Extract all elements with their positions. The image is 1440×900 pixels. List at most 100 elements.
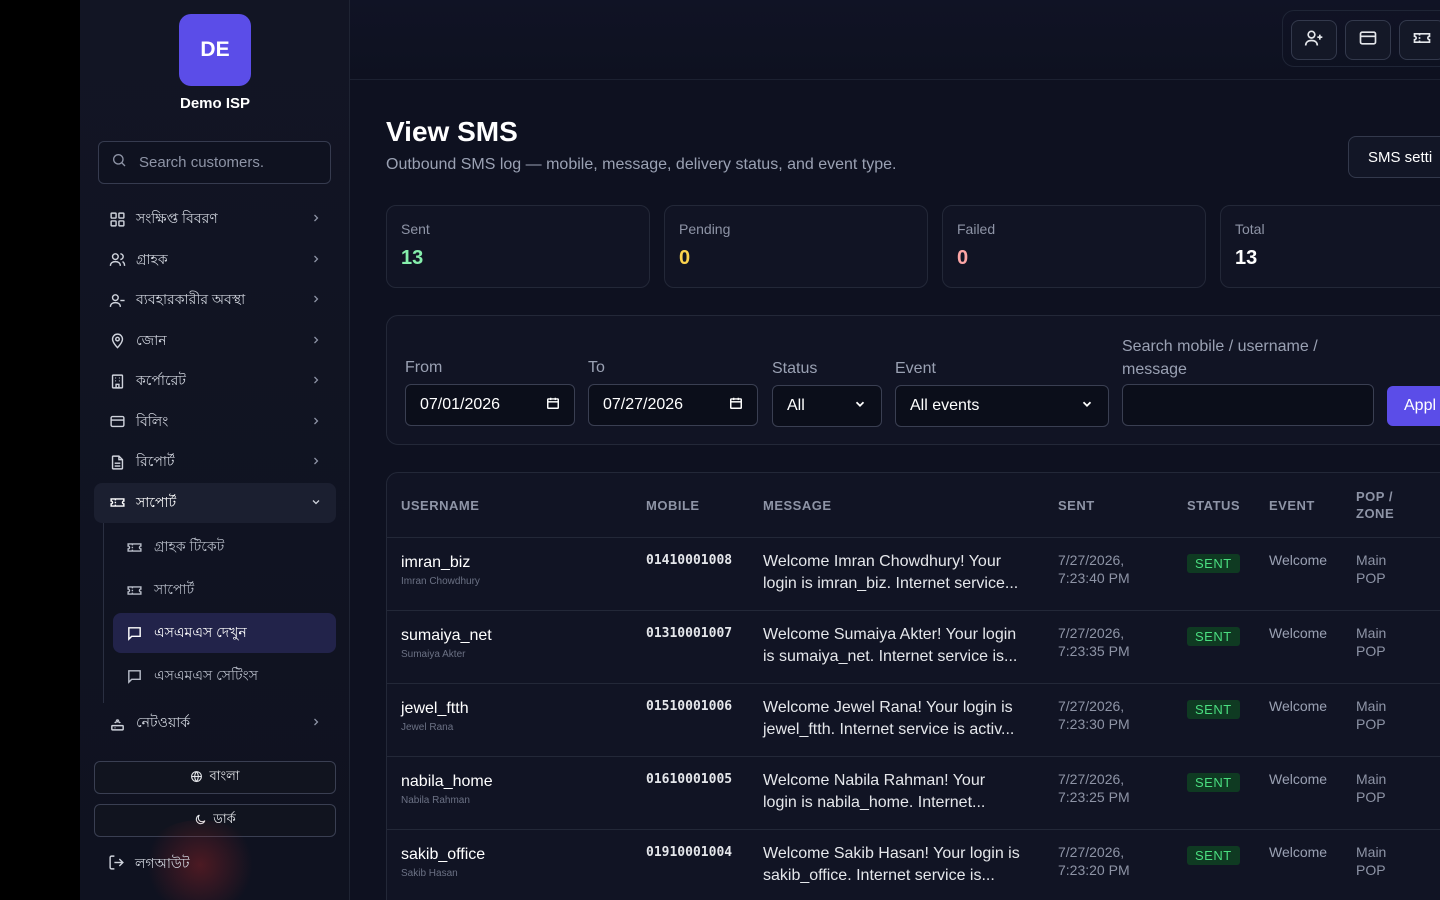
event-select[interactable]: All events	[895, 385, 1109, 427]
theme-toggle-button[interactable]: ডার্ক	[94, 804, 336, 837]
globe-icon	[190, 770, 209, 786]
row-pop-line2: POP	[1356, 570, 1386, 586]
file-text-icon	[108, 453, 126, 471]
chevron-right-icon	[310, 252, 322, 268]
network-icon	[108, 714, 126, 732]
row-sent-date: 7/27/2026,	[1058, 771, 1125, 787]
row-message-line1: Welcome Nabila Rahman! Your	[763, 772, 986, 789]
table-row[interactable]: sakib_office Sakib Hasan 01910001004 Welcom…	[387, 830, 1440, 900]
column-header-status[interactable]: STATUS	[1187, 473, 1240, 537]
stat-value: 0	[957, 247, 969, 269]
row-sent-clock: 7:23:25 PM	[1058, 789, 1130, 805]
row-username[interactable]: nabila_home	[401, 773, 493, 791]
row-pop-line1: Main	[1356, 771, 1387, 787]
sidebar-item-corporate[interactable]: কর্পোরেট	[94, 361, 336, 402]
row-message-line1: Welcome Imran Chowdhury! Your	[763, 553, 1002, 570]
chevron-down-icon	[853, 397, 867, 416]
row-sent-clock: 7:23:30 PM	[1058, 716, 1130, 732]
topbar	[350, 0, 1440, 80]
column-header-mobile[interactable]: MOBILE	[646, 473, 700, 537]
left-gutter	[0, 0, 80, 900]
user-check-icon	[108, 291, 126, 309]
sidebar-item-label: গ্রাহক	[136, 250, 168, 267]
sidebar: DE Demo ISP সংক্ষিপ্ত বিবরণ গ্রাহক ব্যবহ…	[80, 0, 350, 900]
row-username[interactable]: sumaiya_net	[401, 627, 492, 645]
row-full-name: Sakib Hasan	[401, 868, 458, 879]
column-header-event[interactable]: EVENT	[1269, 473, 1315, 537]
logout-label: লগআউট	[135, 855, 190, 871]
column-header-sent[interactable]: SENT	[1058, 473, 1095, 537]
row-pop-zone: Main POP	[1356, 843, 1386, 879]
customer-search	[98, 141, 331, 184]
chevron-right-icon	[310, 454, 322, 470]
from-date-input[interactable]: 07/01/2026	[405, 384, 575, 426]
row-message: Welcome Sakib Hasan! Your login is sakib_…	[763, 843, 1035, 887]
apply-button[interactable]: Appl	[1387, 386, 1440, 426]
status-badge: SENT	[1187, 627, 1240, 646]
sidebar-item-billing[interactable]: বিলিং	[94, 402, 336, 443]
stat-label: Sent	[401, 221, 430, 237]
topbar-actions	[1282, 10, 1440, 67]
sms-search-input[interactable]	[1122, 384, 1374, 426]
row-username[interactable]: sakib_office	[401, 846, 485, 864]
row-message: Welcome Nabila Rahman! Your login is nabi…	[763, 770, 1035, 814]
pop-header-line2: ZONE	[1356, 506, 1395, 521]
row-pop-zone: Main POP	[1356, 697, 1386, 733]
chevron-right-icon	[310, 715, 322, 731]
support-submenu: গ্রাহক টিকেট সাপোর্ট এসএমএস দেখুন এসএমএস…	[103, 523, 336, 703]
column-header-username[interactable]: USERNAME	[401, 473, 479, 537]
add-user-button[interactable]	[1291, 20, 1337, 60]
row-message-line2: sakib_office. Internet service is...	[763, 867, 995, 884]
row-message: Welcome Imran Chowdhury! Your login is im…	[763, 551, 1035, 595]
sidebar-subitem-customer-ticket[interactable]: গ্রাহক টিকেট	[113, 527, 336, 567]
language-toggle-button[interactable]: বাংলা	[94, 761, 336, 794]
table-row[interactable]: sumaiya_net Sumaiya Akter 01310001007 Welco…	[387, 611, 1440, 684]
to-date-input[interactable]: 07/27/2026	[588, 384, 758, 426]
logout-button[interactable]: লগআউট	[108, 852, 189, 876]
sidebar-item-customers[interactable]: গ্রাহক	[94, 240, 336, 281]
row-message-line2: login is imran_biz. Internet service...	[763, 575, 1019, 592]
row-status: SENT	[1187, 846, 1240, 865]
row-event: Welcome	[1269, 698, 1328, 714]
table-row[interactable]: jewel_ftth Jewel Rana 01510001006 Welcome J…	[387, 684, 1440, 757]
map-pin-icon	[108, 332, 126, 350]
search-field-label: Search mobile / username / message	[1122, 335, 1362, 381]
sidebar-item-user-status[interactable]: ব্যবহারকারীর অবস্থা	[94, 280, 336, 321]
sidebar-item-overview[interactable]: সংক্ষিপ্ত বিবরণ	[94, 199, 336, 240]
sidebar-item-network[interactable]: নেটওয়ার্ক	[94, 703, 336, 744]
sidebar-item-label: কর্পোরেট	[136, 372, 186, 389]
row-full-name: Sumaiya Akter	[401, 649, 466, 660]
sidebar-item-support[interactable]: সাপোর্ট	[94, 482, 336, 523]
table-row[interactable]: imran_biz Imran Chowdhury 01410001008 Welco…	[387, 538, 1440, 611]
row-sent-date: 7/27/2026,	[1058, 625, 1125, 641]
event-select-value: All events	[910, 397, 980, 414]
stat-card-failed: Failed 0	[942, 205, 1206, 288]
status-label: Status	[772, 360, 818, 377]
billing-shortcut-button[interactable]	[1345, 20, 1391, 60]
chevron-right-icon	[310, 414, 322, 430]
table-row[interactable]: nabila_home Nabila Rahman 01610001005 Welco…	[387, 757, 1440, 830]
sidebar-subitem-label: গ্রাহক টিকেট	[154, 538, 225, 554]
username-cell: jewel_ftth Jewel Rana	[401, 700, 469, 733]
sidebar-item-zone[interactable]: জোন	[94, 321, 336, 362]
page-subtitle: Outbound SMS log — mobile, message, deli…	[386, 156, 897, 173]
search-input[interactable]	[139, 154, 319, 171]
to-date-value: 07/27/2026	[603, 396, 684, 413]
status-badge: SENT	[1187, 700, 1240, 719]
sidebar-subitem-view-sms[interactable]: এসএমএস দেখুন	[113, 613, 336, 653]
username-cell: sumaiya_net Sumaiya Akter	[401, 627, 492, 660]
search-field-label-line1: Search mobile / username /	[1122, 338, 1318, 355]
sidebar-subitem-support[interactable]: সাপোর্ট	[113, 570, 336, 610]
column-header-message[interactable]: MESSAGE	[763, 473, 832, 537]
sidebar-subitem-sms-settings[interactable]: এসএমএস সেটিংস	[113, 656, 336, 696]
pop-header-line1: POP /	[1356, 489, 1393, 504]
column-header-pop-zone[interactable]: POP / ZONE	[1356, 473, 1394, 537]
sidebar-item-report[interactable]: রিপোর্ট	[94, 442, 336, 483]
brand-logo[interactable]: DE	[179, 14, 251, 86]
sms-settings-button[interactable]: SMS setti	[1348, 136, 1440, 178]
row-username[interactable]: jewel_ftth	[401, 700, 469, 718]
status-select[interactable]: All	[772, 385, 882, 427]
ticket-shortcut-button[interactable]	[1399, 20, 1440, 60]
ticket-icon	[126, 581, 144, 599]
row-username[interactable]: imran_biz	[401, 554, 480, 572]
